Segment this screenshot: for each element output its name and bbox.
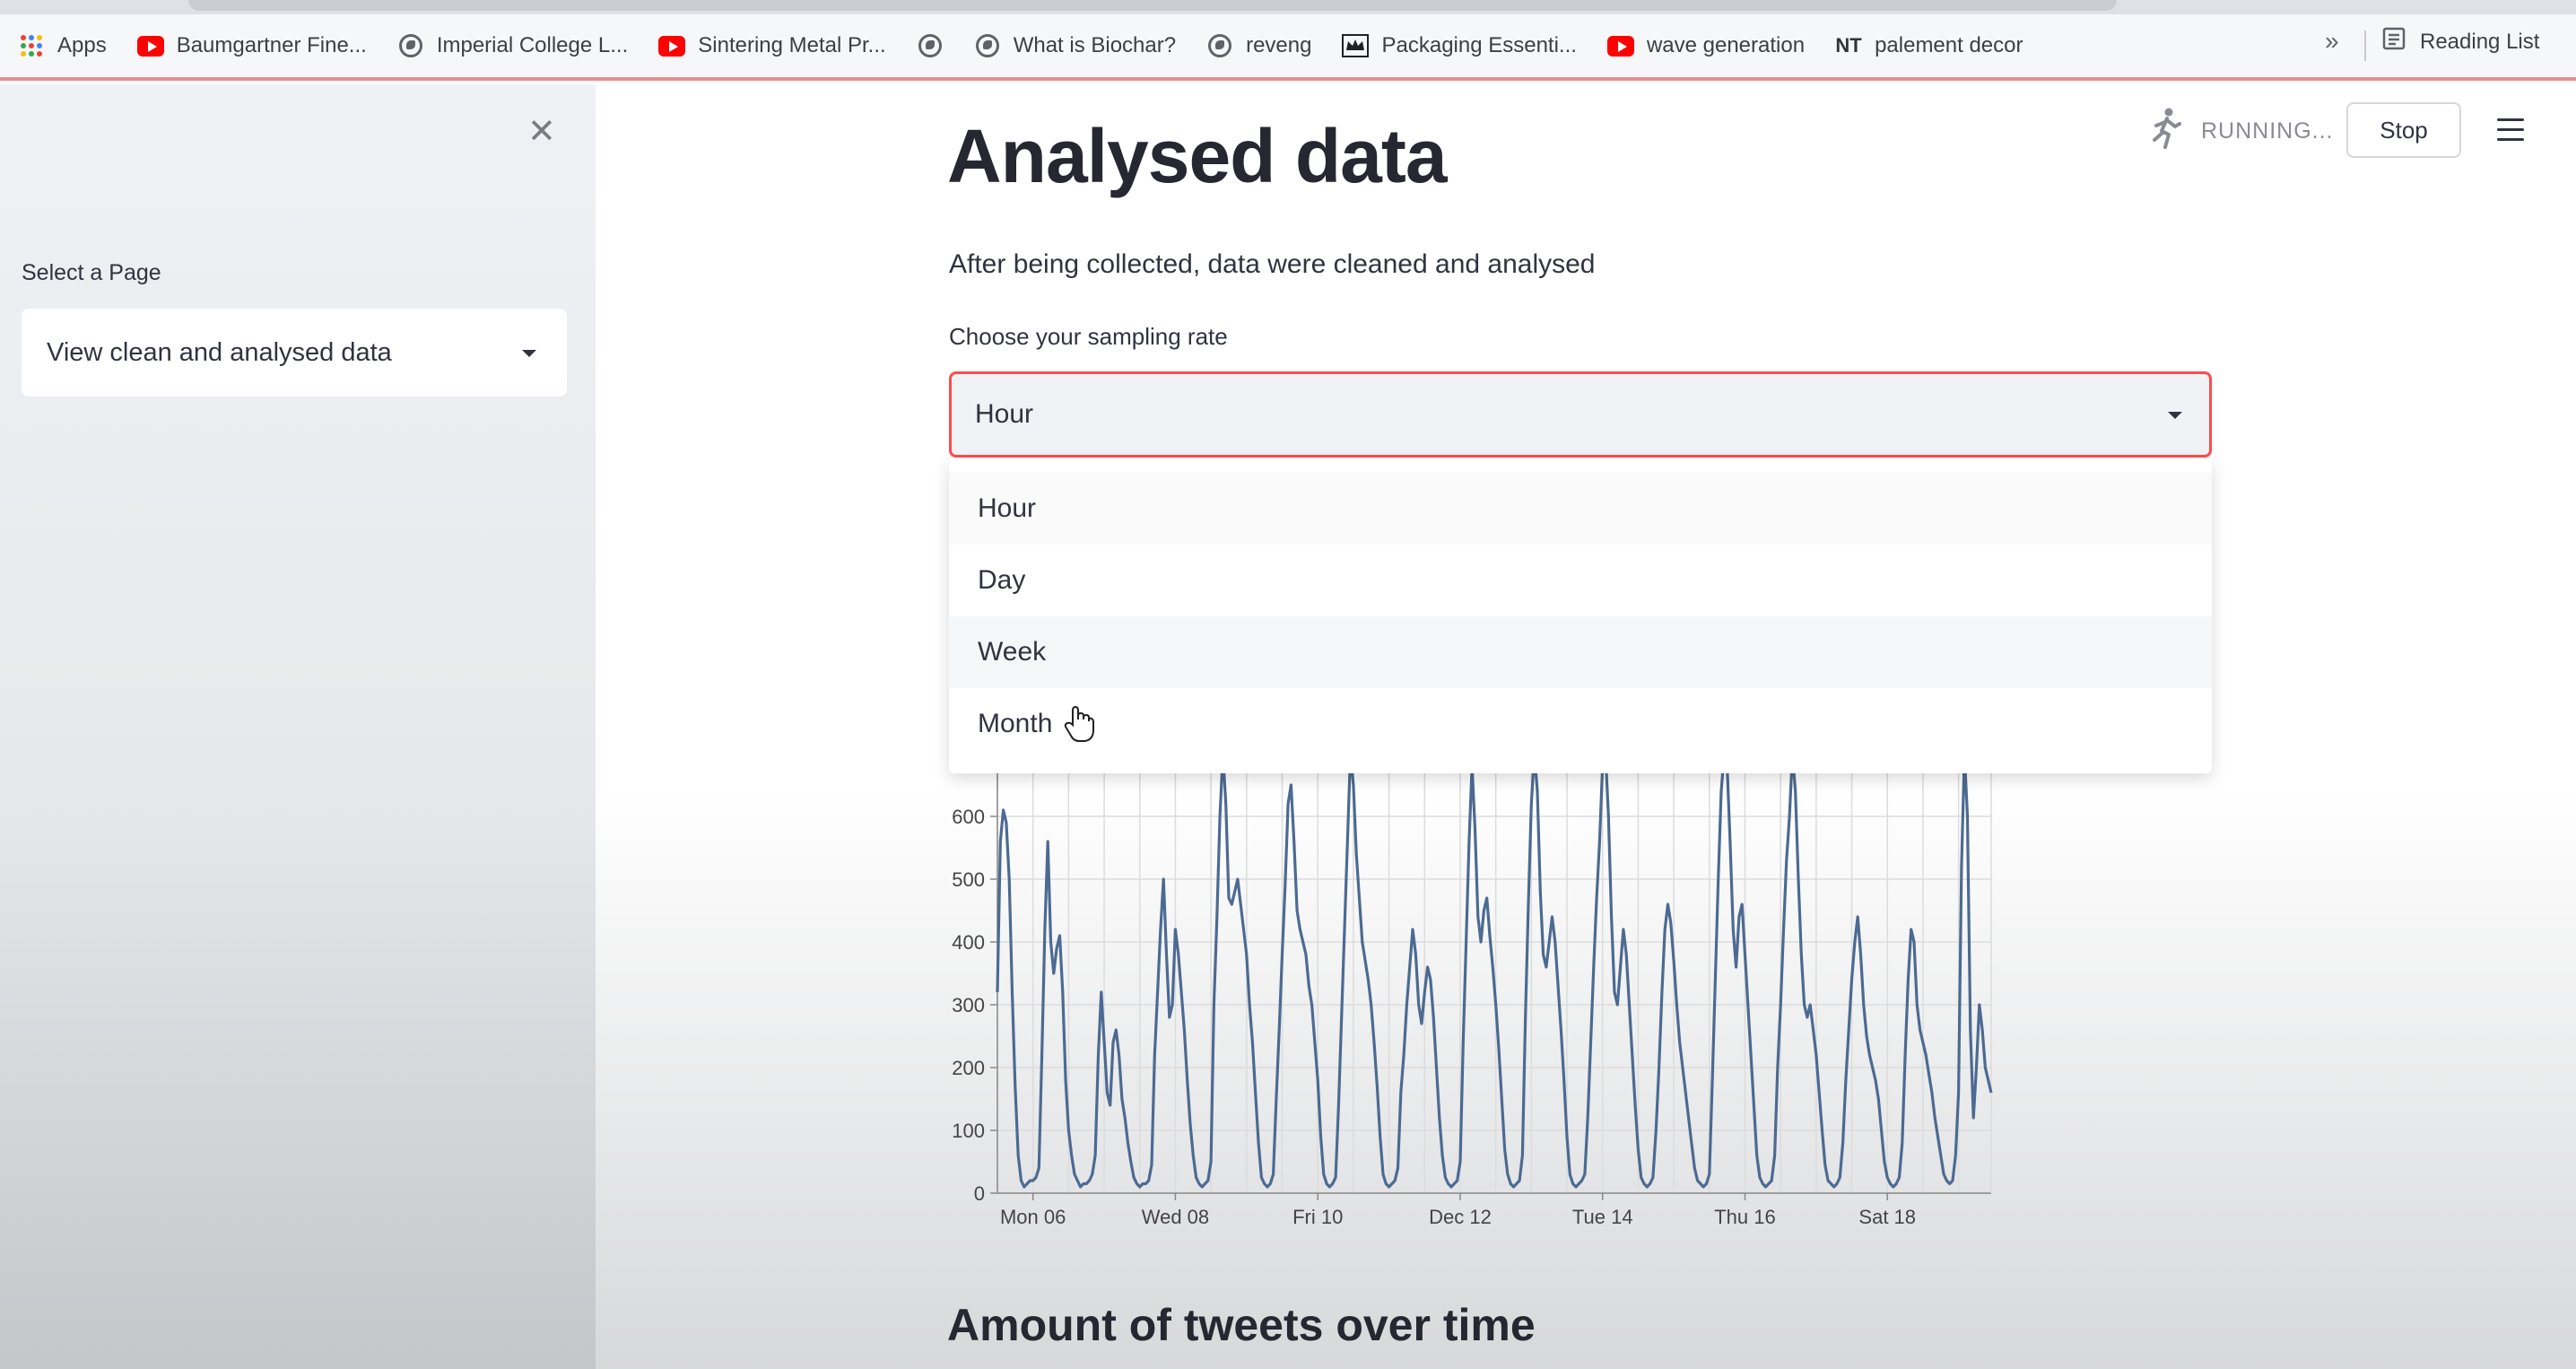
page-title: Analysed data [947,114,1448,198]
bookmark-palement-decor[interactable]: NT palement decor [1835,24,2023,67]
x-tick-label: Dec 12 [1429,1206,1492,1228]
bookmark-label: What is Biochar? [1013,33,1177,57]
sampling-rate-select[interactable]: Hour [949,371,2212,458]
y-tick-label: 0 [974,1182,985,1205]
y-tick-label: 200 [952,1057,985,1079]
running-label: RUNNING... [2201,118,2334,144]
sidebar: ✕ Select a Page View clean and analysed … [0,84,596,1369]
bookmark-label: wave generation [1646,33,1806,57]
option-hour[interactable]: Hour [949,473,2212,545]
option-day[interactable]: Day [949,545,2212,616]
more-bookmarks-chevron[interactable]: » [2325,27,2339,56]
bookmark-globe[interactable] [917,24,956,67]
bookmark-apps[interactable]: Apps [18,24,107,67]
bookmark-wave-generation[interactable]: wave generation [1606,24,1806,67]
option-month[interactable]: Month [949,688,2212,760]
crown-logo-icon [1342,32,1370,59]
reading-list[interactable]: Reading List [2382,27,2539,57]
bookmark-label: reveng [1246,33,1312,57]
bookmarks-bar: Apps Baumgartner Fine... Imperial Colleg… [0,14,2576,81]
bookmark-label: Packaging Essenti... [1381,33,1577,57]
bookmark-label: Imperial College L... [436,33,629,57]
y-tick-label: 400 [952,931,985,954]
youtube-icon [1606,32,1634,59]
bookmark-biochar[interactable]: What is Biochar? [974,24,1176,67]
browser-tab-strip [0,0,2576,14]
youtube-icon [136,32,164,59]
nt-logo-icon: NT [1835,34,1862,57]
page-select-label: Select a Page [22,260,161,285]
bookmark-packaging[interactable]: Packaging Essenti... [1342,24,1577,67]
bookmark-label: palement decor [1875,33,2023,57]
bookmark-imperial-college[interactable]: Imperial College L... [397,24,628,67]
intro-text: After being collected, data were cleaned… [949,249,1596,279]
globe-icon [917,32,944,59]
sampling-rate-value: Hour [975,399,1034,429]
chevron-down-icon [2168,412,2182,419]
reading-list-icon [2382,27,2406,57]
bookmark-sintering[interactable]: Sintering Metal Pr... [658,24,886,67]
youtube-icon [658,32,686,59]
x-tick-label: Fri 10 [1292,1206,1343,1228]
bookmark-label: Sintering Metal Pr... [698,33,886,57]
hamburger-menu-icon[interactable] [2497,118,2524,142]
tweets-line-chart: 0 100 200 300 400 500 600 Mon 06 Wed 08 Fri 10 Dec… [952,754,1993,1228]
bookmark-label: Baumgartner Fine... [176,33,367,57]
x-tick-label: Thu 16 [1714,1206,1776,1228]
bookmark-reveng[interactable]: reveng [1206,24,1311,67]
globe-icon [1206,32,1233,59]
section-title: Amount of tweets over time [947,1300,1536,1350]
option-week[interactable]: Week [949,616,2212,688]
hand-cursor-icon [1064,705,1094,747]
address-bar[interactable] [188,0,2117,11]
y-tick-label: 500 [952,868,985,891]
chevron-down-icon [522,350,536,357]
x-tick-label: Mon 06 [1000,1206,1066,1228]
reading-list-label: Reading List [2420,29,2540,54]
y-tick-label: 300 [952,994,985,1016]
bookmark-label: Apps [57,33,107,57]
page-select[interactable]: View clean and analysed data [22,309,567,397]
page-select-value: View clean and analysed data [47,337,392,367]
tweets-series-line [996,754,1993,1189]
stop-button[interactable]: Stop [2346,102,2461,158]
running-man-icon [2151,108,2181,155]
x-tick-label: Wed 08 [1142,1206,1209,1228]
globe-icon [397,32,424,59]
sampling-rate-dropdown: Hour Day Week Month [949,459,2212,773]
running-status: RUNNING... [2151,108,2334,155]
y-tick-label: 600 [952,806,985,828]
sampling-rate-label: Choose your sampling rate [949,323,1228,350]
globe-icon [974,32,1001,59]
bookmarks-divider [2364,31,2366,61]
x-tick-label: Sat 18 [1858,1206,1916,1228]
x-tick-label: Tue 14 [1572,1206,1633,1228]
bookmark-baumgartner[interactable]: Baumgartner Fine... [136,24,367,67]
y-tick-label: 100 [952,1120,985,1142]
apps-grid-icon [18,32,45,59]
close-sidebar-icon[interactable]: ✕ [527,111,556,152]
